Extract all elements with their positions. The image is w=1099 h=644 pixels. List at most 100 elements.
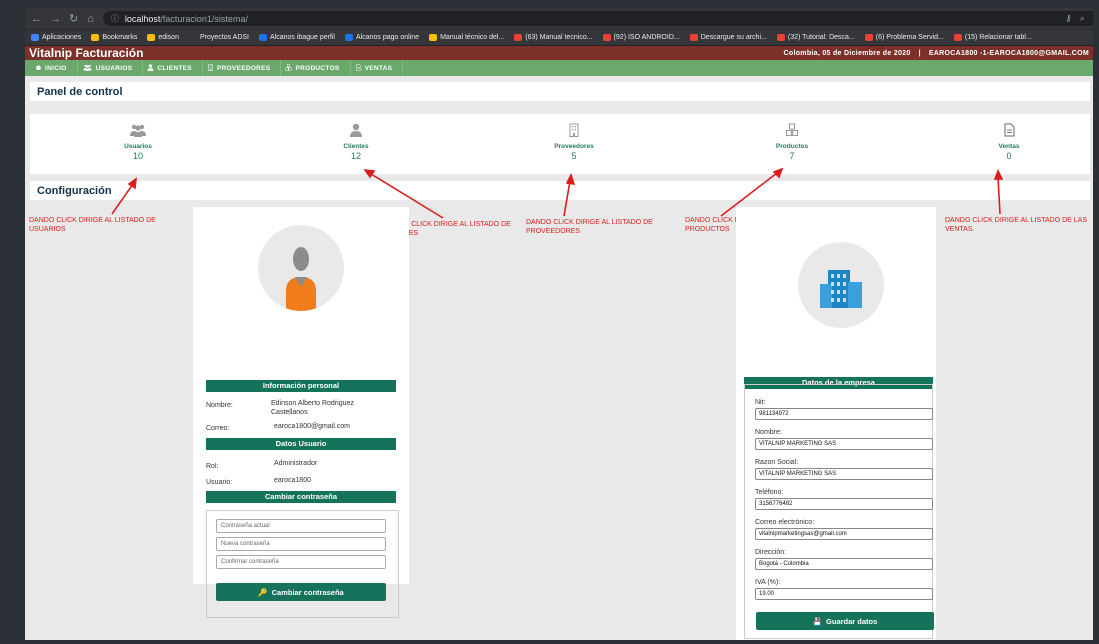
save-icon: 💾 (812, 616, 823, 626)
company-name-label: Nombre: (755, 429, 782, 436)
bookmark-icon (602, 34, 611, 41)
menu-item-label: PROVEEDORES (216, 64, 271, 72)
building-icon (207, 63, 214, 73)
company-name-input[interactable]: VITALNIP MARKETING SAS (755, 438, 933, 450)
address-input[interactable]: Bogotá - Colombia (755, 558, 933, 570)
bookmark-label: Manual técnico del... (440, 34, 505, 41)
bookmark-item[interactable]: Bookmarks (91, 34, 137, 41)
bookmark-icon (864, 34, 873, 41)
info-icon[interactable]: ⓘ (111, 13, 119, 24)
phone-label: Teléfono: (755, 489, 784, 496)
bookmark-label: Aplicaciones (42, 34, 82, 41)
change-password-form: Contraseña actual Nueva contraseña Confi… (206, 510, 399, 618)
email-label: Correo: (206, 425, 230, 432)
bookmark-icon (953, 34, 962, 41)
company-email-input[interactable]: vitalnipmarketingsas@gmail.com (755, 528, 933, 540)
bookmark-item[interactable]: (6) Problema Servid... (864, 34, 944, 41)
app-page: Vitalnip Facturación Colombia, 05 de Dic… (25, 46, 1093, 640)
menu-item-usuarios[interactable]: USUARIOS (78, 60, 144, 76)
bookmark-item[interactable]: Alcanos pago online (345, 34, 419, 41)
nit-input[interactable]: 981134972 (755, 408, 933, 420)
home-icon[interactable]: ⌂ (87, 13, 94, 25)
back-icon[interactable]: ← (31, 13, 42, 25)
change-password-title: Cambiar contraseña (206, 491, 396, 503)
iva-input[interactable]: 19.00 (755, 588, 933, 600)
confirm-password-input[interactable]: Confirmar contraseña (216, 555, 386, 569)
user-avatar (258, 225, 344, 311)
menu-item-inicio[interactable]: INICIO (31, 60, 78, 76)
company-card: Datos de la empresa Nit: 981134972 Nombr… (736, 207, 936, 640)
bookmark-item[interactable]: (32) Tutorial: Desca... (776, 34, 855, 41)
header-user[interactable]: EAROCA1800 -1-EAROCA1800@GMAIL.COM (929, 50, 1089, 57)
user-icon (316, 122, 396, 138)
building-icon (534, 122, 614, 138)
app-title: Vitalnip Facturación (29, 46, 144, 60)
bookmark-item[interactable]: Manual técnico del... (429, 34, 504, 41)
panel-title: Panel de control (30, 82, 1090, 101)
stat-label: Productos (775, 143, 809, 150)
bookmark-icon (259, 34, 267, 41)
bookmark-label: Descargue su archi... (700, 34, 767, 41)
bookmark-item[interactable]: (63) Manual tecnico... (514, 34, 593, 41)
stat-productos[interactable]: Productos 7 (752, 122, 832, 161)
profile-card: Información personal Nombre: Edinson Alb… (193, 207, 409, 618)
home-icon (35, 64, 42, 73)
business-name-label: Razon Social: (755, 459, 799, 466)
menu-item-label: INICIO (45, 64, 67, 72)
bookmark-item[interactable]: (15) Relacionar tabl... (953, 34, 1032, 41)
bookmark-icon (514, 34, 523, 41)
username-label: Usuario: (206, 479, 233, 486)
menu-item-clientes[interactable]: CLIENTES (143, 60, 203, 76)
bookmark-icon (429, 34, 438, 41)
user-data-title: Datos Usuario (206, 438, 396, 450)
stat-label: Clientes (343, 143, 369, 150)
stat-label: Usuarios (124, 143, 152, 150)
stat-count: 5 (571, 151, 577, 161)
stat-clientes[interactable]: Clientes 12 (316, 122, 396, 161)
menu-item-ventas[interactable]: VENTAS (351, 60, 404, 76)
key-icon[interactable]: ⚷ (1065, 13, 1072, 24)
users-icon (82, 64, 93, 73)
business-name-input[interactable]: VITALNIP MARKETING SAS (755, 468, 933, 480)
bookmark-item[interactable]: Proyectos ADSI (188, 34, 249, 41)
username-value: earoca1800 (274, 477, 311, 484)
stat-count: 12 (350, 151, 361, 161)
company-form: Nit: 981134972 Nombre: VITALNIP MARKETIN… (744, 384, 934, 639)
company-logo (798, 242, 884, 328)
save-company-button[interactable]: 💾 Guardar datos (756, 612, 934, 630)
name-label: Nombre: (206, 402, 233, 409)
forward-icon[interactable]: → (50, 13, 61, 25)
zoom-icon[interactable]: ⌕ (1080, 13, 1085, 24)
menu-item-proveedores[interactable]: PROVEEDORES (203, 60, 282, 76)
role-value: Administrador (274, 460, 318, 467)
bookmark-label: (6) Problema Servid... (875, 34, 944, 41)
menu-item-productos[interactable]: PRODUCTOS (281, 60, 351, 76)
address-bar[interactable]: ⓘ localhost/facturacion1/sistema/ ⚷ ⌕ ☆ (102, 11, 1093, 26)
bookmark-item[interactable]: Alcanos ibague perfil (259, 34, 335, 41)
new-password-input[interactable]: Nueva contraseña (216, 537, 386, 551)
bookmark-item[interactable]: Descargue su archi... (689, 34, 767, 41)
phone-input[interactable]: 3156776482 (755, 498, 933, 510)
name-value: Edinson Alberto Rodriguez Castellanos (271, 400, 354, 416)
cubes-icon (285, 63, 292, 73)
bookmark-icon (91, 34, 100, 41)
stats-panel: Usuarios 10 Clientes 12 Proveedores 5 Producto… (30, 114, 1090, 174)
bookmark-label: (32) Tutorial: Desca... (787, 34, 855, 41)
change-password-button[interactable]: 🔑 Cambiar contraseña (216, 583, 386, 601)
bookmark-item[interactable]: edison (147, 34, 179, 41)
reload-icon[interactable]: ↻ (69, 12, 78, 25)
save-company-label: Guardar datos (826, 616, 878, 626)
current-password-input[interactable]: Contraseña actual (216, 519, 386, 533)
browser-window: ← → ↻ ⌂ ⓘ localhost/facturacion1/sistema… (25, 8, 1093, 640)
bookmark-label: (92) ISO ANDROID... (613, 34, 680, 41)
stat-proveedores[interactable]: Proveedores 5 (534, 122, 614, 161)
bookmark-item[interactable]: Aplicaciones (31, 34, 81, 41)
menu-item-label: CLIENTES (157, 64, 192, 72)
stat-usuarios[interactable]: Usuarios 10 (98, 122, 178, 161)
stat-ventas[interactable]: Ventas 0 (969, 122, 1049, 161)
role-label: Rol: (206, 463, 219, 470)
bookmark-icon (345, 34, 353, 41)
stat-count: 10 (132, 151, 143, 161)
stat-count: 7 (789, 151, 795, 161)
bookmark-item[interactable]: (92) ISO ANDROID... (602, 34, 680, 41)
